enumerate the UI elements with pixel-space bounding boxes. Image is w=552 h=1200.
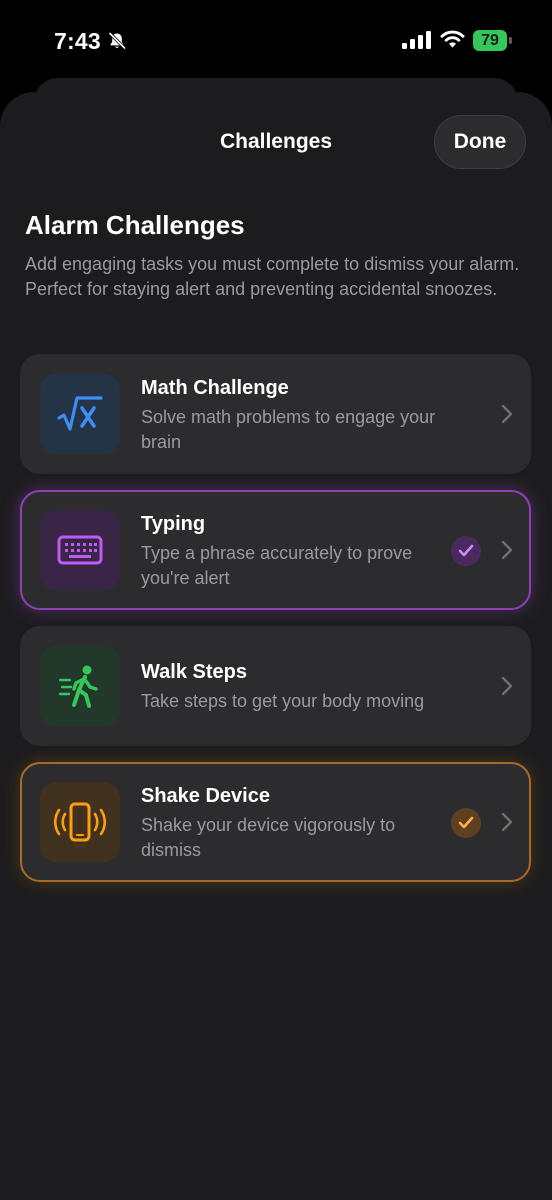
challenge-title: Math Challenge xyxy=(141,377,289,399)
challenge-description: Solve math problems to engage your brain xyxy=(141,407,436,452)
chevron-right-icon xyxy=(501,404,513,424)
chevron-right-icon xyxy=(501,676,513,696)
challenge-title: Walk Steps xyxy=(141,661,247,683)
checkmark-icon xyxy=(451,536,481,566)
wifi-icon xyxy=(440,30,465,48)
challenge-description: Shake your device vigorously to dismiss xyxy=(141,815,396,860)
keyboard-icon xyxy=(40,510,120,590)
page-title: Alarm Challenges xyxy=(25,210,245,240)
challenge-description: Take steps to get your body moving xyxy=(141,691,425,711)
challenge-description: Type a phrase accurately to prove you're… xyxy=(141,543,413,588)
figure-walk-motion-icon xyxy=(40,646,120,726)
challenge-card-shake-device[interactable]: Shake Device Shake your device vigorousl… xyxy=(20,762,531,882)
status-time: 7:43 xyxy=(54,28,101,54)
cellular-signal-icon xyxy=(402,31,431,49)
challenge-card-math[interactable]: Math Challenge Solve math problems to en… xyxy=(20,354,531,474)
battery-level: 79 xyxy=(473,30,507,51)
battery-charging-icon: 79 xyxy=(473,30,515,51)
challenges-sheet: Challenges Done Alarm Challenges Add eng… xyxy=(0,92,552,1200)
challenge-title: Typing xyxy=(141,513,206,535)
square-root-icon xyxy=(40,374,120,454)
done-button[interactable]: Done xyxy=(434,115,526,169)
challenge-card-walk-steps[interactable]: Walk Steps Take steps to get your body m… xyxy=(20,626,531,746)
phone-shake-icon xyxy=(40,782,120,862)
chevron-right-icon xyxy=(501,540,513,560)
challenge-card-typing[interactable]: Typing Type a phrase accurately to prove… xyxy=(20,490,531,610)
status-bar: 7:43 79 xyxy=(0,0,552,80)
checkmark-icon xyxy=(451,808,481,838)
bell-slash-icon xyxy=(108,32,126,50)
challenge-title: Shake Device xyxy=(141,785,270,807)
chevron-right-icon xyxy=(501,812,513,832)
battery-tip xyxy=(509,37,512,44)
page-description: Add engaging tasks you must complete to … xyxy=(25,254,520,299)
